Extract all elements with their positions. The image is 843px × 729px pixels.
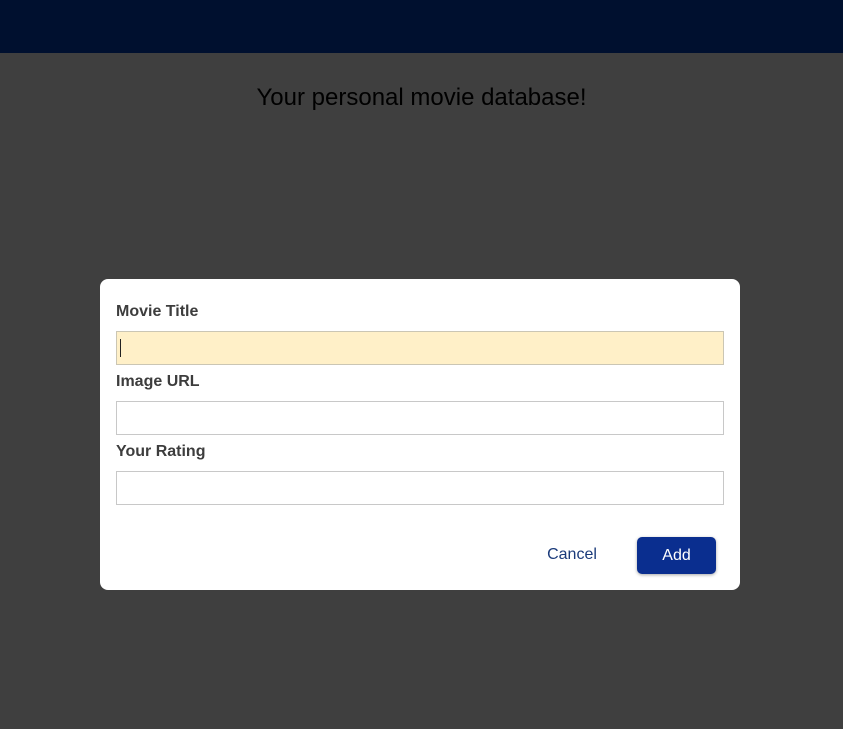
your-rating-input[interactable]	[116, 471, 724, 505]
movie-title-input[interactable]	[116, 331, 724, 365]
image-url-label: Image URL	[116, 373, 200, 390]
add-movie-dialog: Movie Title Image URL Your Rating Cancel…	[100, 279, 740, 590]
cancel-button[interactable]: Cancel	[530, 537, 614, 573]
add-button[interactable]: Add	[637, 537, 716, 574]
page-tagline: Your personal movie database!	[256, 84, 587, 111]
image-url-input[interactable]	[116, 401, 724, 435]
your-rating-label: Your Rating	[116, 443, 206, 460]
text-caret	[120, 339, 121, 357]
app-header	[0, 0, 843, 53]
movie-title-label: Movie Title	[116, 303, 199, 320]
